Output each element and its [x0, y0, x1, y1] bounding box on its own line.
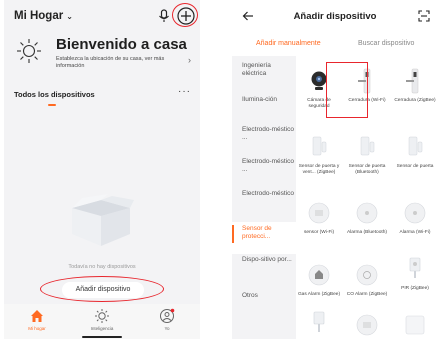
tab-me[interactable]: Yo [142, 304, 192, 339]
tab-add-manually[interactable]: Añadir manualmente [256, 40, 321, 47]
home-title-label: Mi Hogar [14, 10, 64, 22]
device-gas-alarm-zigbee[interactable]: Gas Alarm (ZigBee) [296, 256, 342, 314]
category-list: Ingeniería eléctrica Ilumina-ción Electr… [232, 56, 296, 339]
sun-icon [17, 39, 41, 63]
device-name: Cerradura (ZigBee) [394, 98, 436, 103]
device-icon-partial[interactable] [306, 310, 332, 336]
chevron-right-icon: › [188, 55, 191, 65]
alarm-icon [404, 202, 426, 224]
co-icon [356, 264, 378, 286]
door-sensor-icon [312, 136, 327, 156]
device-door-sensor[interactable]: Sensor de puerta [392, 128, 438, 186]
chevron-down-icon: ⌄ [66, 12, 73, 21]
highlight-box-camera [326, 62, 368, 118]
add-device-header: Añadir dispositivo [232, 0, 438, 34]
microphone-icon[interactable] [158, 9, 170, 23]
device-name: CO Alarm (ZigBee) [346, 292, 388, 297]
device-name: Alarma (Wi-Fi) [399, 230, 431, 235]
welcome-card[interactable]: Bienvenido a casa Establezca la ubicació… [12, 34, 198, 74]
device-name: Gas Alarm (ZigBee) [297, 292, 341, 297]
device-icon-partial[interactable] [354, 312, 380, 338]
device-name: Sensor de puerta [396, 164, 434, 169]
category-item[interactable]: Electrodo-méstico ... [232, 126, 296, 158]
welcome-title: Bienvenido a casa [56, 36, 187, 53]
highlight-circle-add [172, 3, 198, 27]
category-item-active[interactable]: Sensor de protecci... [232, 222, 296, 254]
category-item[interactable]: Electrodo-méstico ... [232, 158, 296, 190]
highlight-ellipse-add-device [40, 276, 164, 302]
empty-box-illustration [72, 194, 134, 246]
welcome-subtitle: Establezca la ubicación de su casa, ver … [56, 56, 165, 69]
category-item[interactable]: Ilumina-ción [232, 96, 296, 128]
gas-icon [308, 264, 330, 286]
alarm-icon [356, 202, 378, 224]
tab-intelligence[interactable]: Inteligencia [77, 304, 127, 339]
add-device-screen: Añadir dispositivo Añadir manualmente Bu… [232, 0, 438, 339]
tab-label: Yo [164, 326, 170, 331]
tab-underline [48, 104, 56, 106]
door-sensor-icon [408, 136, 423, 156]
home-header: Mi Hogar ⌄ [4, 0, 200, 30]
sun-icon [95, 309, 109, 323]
category-item[interactable]: Otros [232, 292, 296, 324]
pir-icon [409, 257, 421, 278]
device-pir-zigbee[interactable]: PIR (ZigBee) [392, 250, 438, 308]
empty-state-text: Todavía no hay dispositivos [68, 264, 136, 270]
home-screen: Mi Hogar ⌄ Bienvenido a casa Establezca l… [4, 0, 200, 339]
sensor-icon [308, 202, 330, 224]
home-selector[interactable]: Mi Hogar ⌄ [14, 10, 73, 22]
all-devices-tab[interactable]: Todos los dispositivos [14, 90, 95, 99]
device-name: PIR (ZigBee) [401, 286, 429, 291]
device-name: Sensor de puerta y vent... (ZigBee) [298, 164, 340, 175]
device-co-alarm-zigbee[interactable]: CO Alarm (ZigBee) [344, 256, 390, 314]
device-name: Alarma (Bluetooth) [347, 230, 387, 235]
category-item[interactable]: Dispo-sitivo por... [232, 256, 296, 288]
device-alarm-wifi[interactable]: Alarma (Wi-Fi) [392, 194, 438, 252]
device-door-window-sensor-zigbee[interactable]: Sensor de puerta y vent... (ZigBee) [296, 128, 342, 186]
lock-icon [406, 68, 419, 94]
tab-label: Mi hogar [28, 326, 46, 331]
device-lock-zigbee[interactable]: Cerradura (ZigBee) [392, 62, 438, 120]
category-item[interactable]: Ingeniería eléctrica [232, 62, 296, 94]
page-title: Añadir dispositivo [293, 11, 377, 22]
door-sensor-icon [360, 136, 375, 156]
device-icon-partial[interactable] [402, 312, 428, 338]
user-icon [160, 308, 175, 323]
category-item[interactable]: Electrodo-méstico [232, 190, 296, 222]
device-alarm-bluetooth[interactable]: Alarma (Bluetooth) [344, 194, 390, 252]
device-sensor-wifi[interactable]: sensor (Wi-Fi) [296, 194, 342, 252]
add-mode-tabs: Añadir manualmente Buscar dispositivo [232, 38, 438, 54]
device-name: sensor (Wi-Fi) [303, 230, 335, 235]
device-name: Sensor de puerta (Bluetooth) [348, 164, 386, 175]
home-icon [31, 310, 43, 322]
tab-my-home[interactable]: Mi hogar [12, 304, 62, 339]
bottom-tab-bar: Mi hogar Inteligencia Yo [4, 304, 200, 339]
more-options-icon[interactable]: ··· [178, 86, 191, 97]
device-door-sensor-bluetooth[interactable]: Sensor de puerta (Bluetooth) [344, 128, 390, 186]
tab-label: Inteligencia [90, 326, 114, 331]
tab-search-device[interactable]: Buscar dispositivo [358, 40, 414, 47]
scan-icon[interactable] [418, 10, 430, 22]
home-indicator [82, 336, 122, 338]
